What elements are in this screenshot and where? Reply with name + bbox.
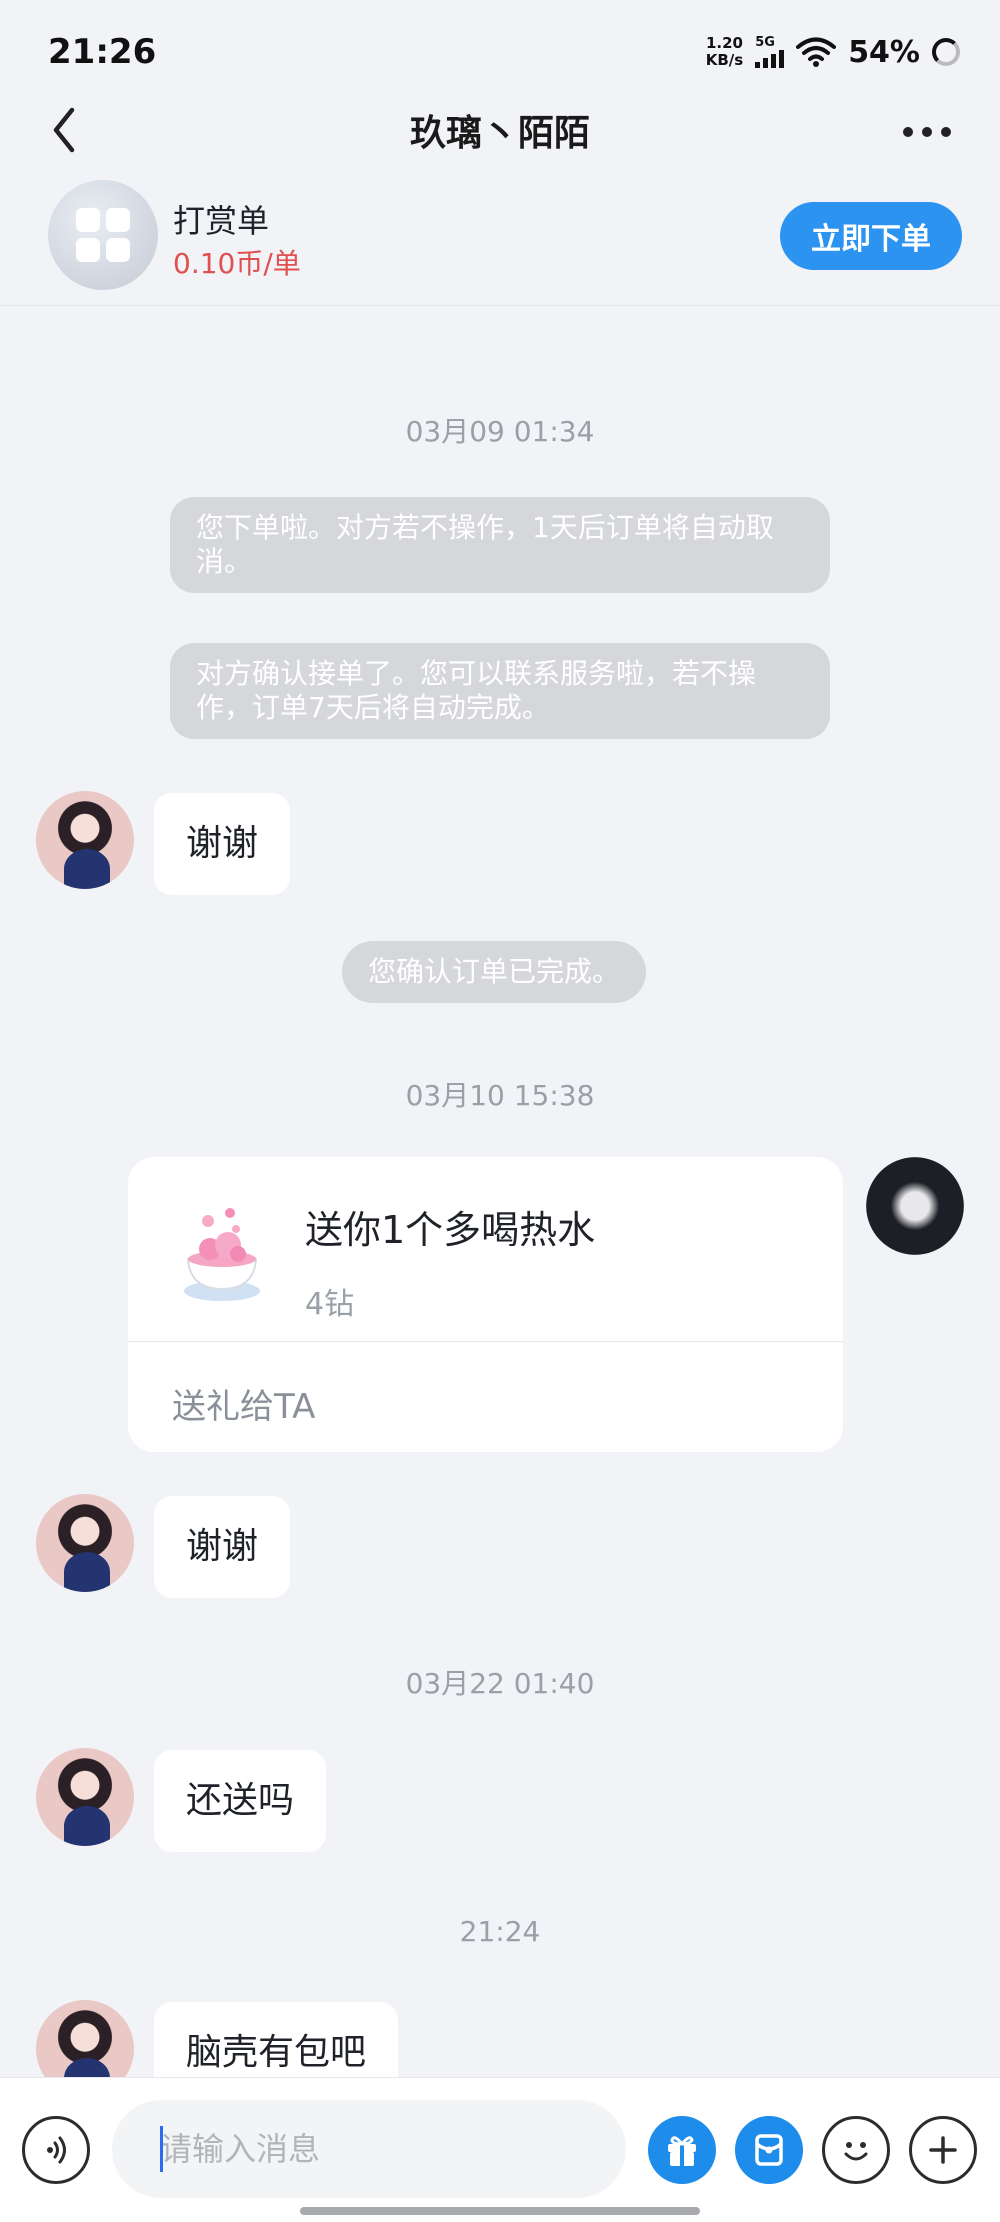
message-bubble[interactable]: 脑壳有包吧: [154, 2002, 399, 2077]
order-apps-icon: [48, 180, 158, 290]
divider: [128, 1341, 843, 1342]
avatar[interactable]: [36, 1494, 134, 1592]
status-indicators: 1.20 KB/s 5G 54%: [706, 30, 960, 74]
gift-icon: [668, 2136, 696, 2166]
timestamp: 21:24: [459, 1915, 541, 1948]
gift-card[interactable]: 送你1个多喝热水 4钻 送礼给TA: [128, 1157, 843, 1452]
system-message: 您下单啦。对方若不操作，1天后订单将自动取消。: [170, 497, 830, 593]
input-bar: [0, 2077, 1000, 2222]
more-dots-icon: [903, 127, 913, 137]
order-card: 打赏单 0.10币/单 立即下单: [0, 170, 1000, 306]
net-speed-unit: KB/s: [705, 51, 744, 69]
timestamp: 03月10 15:38: [405, 1079, 595, 1112]
more-button[interactable]: [892, 102, 962, 162]
wifi-icon: [796, 37, 837, 67]
system-message: 对方确认接单了。您可以联系服务啦，若不操作，订单7天后将自动完成。: [170, 643, 830, 739]
net-speed: 1.20 KB/s: [706, 35, 743, 69]
timestamp: 03月09 01:34: [405, 415, 595, 448]
gift-price: 4钻: [305, 1287, 355, 1322]
voice-button[interactable]: [22, 2116, 90, 2184]
avatar[interactable]: [36, 2000, 134, 2077]
message-input[interactable]: [112, 2100, 626, 2198]
nav-bar: 玖璃丶陌陌: [0, 82, 1000, 182]
chat-area[interactable]: 03月09 01:34 您下单啦。对方若不操作，1天后订单将自动取消。 对方确认…: [0, 307, 1000, 2077]
home-indicator[interactable]: [300, 2207, 700, 2215]
emoji-icon: [844, 2142, 868, 2161]
battery-percent: 54%: [848, 34, 920, 70]
system-message: 您确认订单已完成。: [342, 941, 647, 1003]
plus-button[interactable]: [909, 2116, 977, 2184]
emoji-button[interactable]: [822, 2116, 890, 2184]
send-gift-link[interactable]: 送礼给TA: [172, 1379, 315, 1428]
order-title: 打赏单: [173, 202, 270, 240]
voice-icon: [47, 2136, 66, 2164]
text-cursor: [160, 2126, 163, 2172]
hot-water-cup-icon: [184, 1208, 260, 1301]
page-title: 玖璃丶陌陌: [409, 113, 590, 154]
order-now-button[interactable]: 立即下单: [780, 202, 962, 270]
battery-icon: [932, 38, 960, 66]
timestamp: 03月22 01:40: [405, 1667, 595, 1700]
avatar[interactable]: [36, 1748, 134, 1846]
message-bubble[interactable]: 还送吗: [154, 1750, 327, 1852]
message-bubble[interactable]: 谢谢: [154, 793, 291, 895]
red-packet-button[interactable]: [735, 2116, 803, 2184]
message-bubble[interactable]: 谢谢: [154, 1496, 291, 1598]
avatar[interactable]: [866, 1157, 964, 1255]
net-speed-value: 1.20: [705, 34, 743, 52]
cellular-signal-icon: 5G: [755, 35, 785, 68]
status-bar: 21:26 1.20 KB/s 5G 54%: [0, 0, 1000, 82]
red-packet-icon: [755, 2134, 783, 2166]
order-price: 0.10币/单: [173, 247, 301, 280]
avatar[interactable]: [36, 791, 134, 889]
gift-button[interactable]: [648, 2116, 716, 2184]
status-time: 21:26: [48, 32, 157, 72]
gift-title: 送你1个多喝热水: [305, 1208, 596, 1252]
plus-icon: [929, 2136, 957, 2164]
network-type: 5G: [755, 35, 775, 50]
